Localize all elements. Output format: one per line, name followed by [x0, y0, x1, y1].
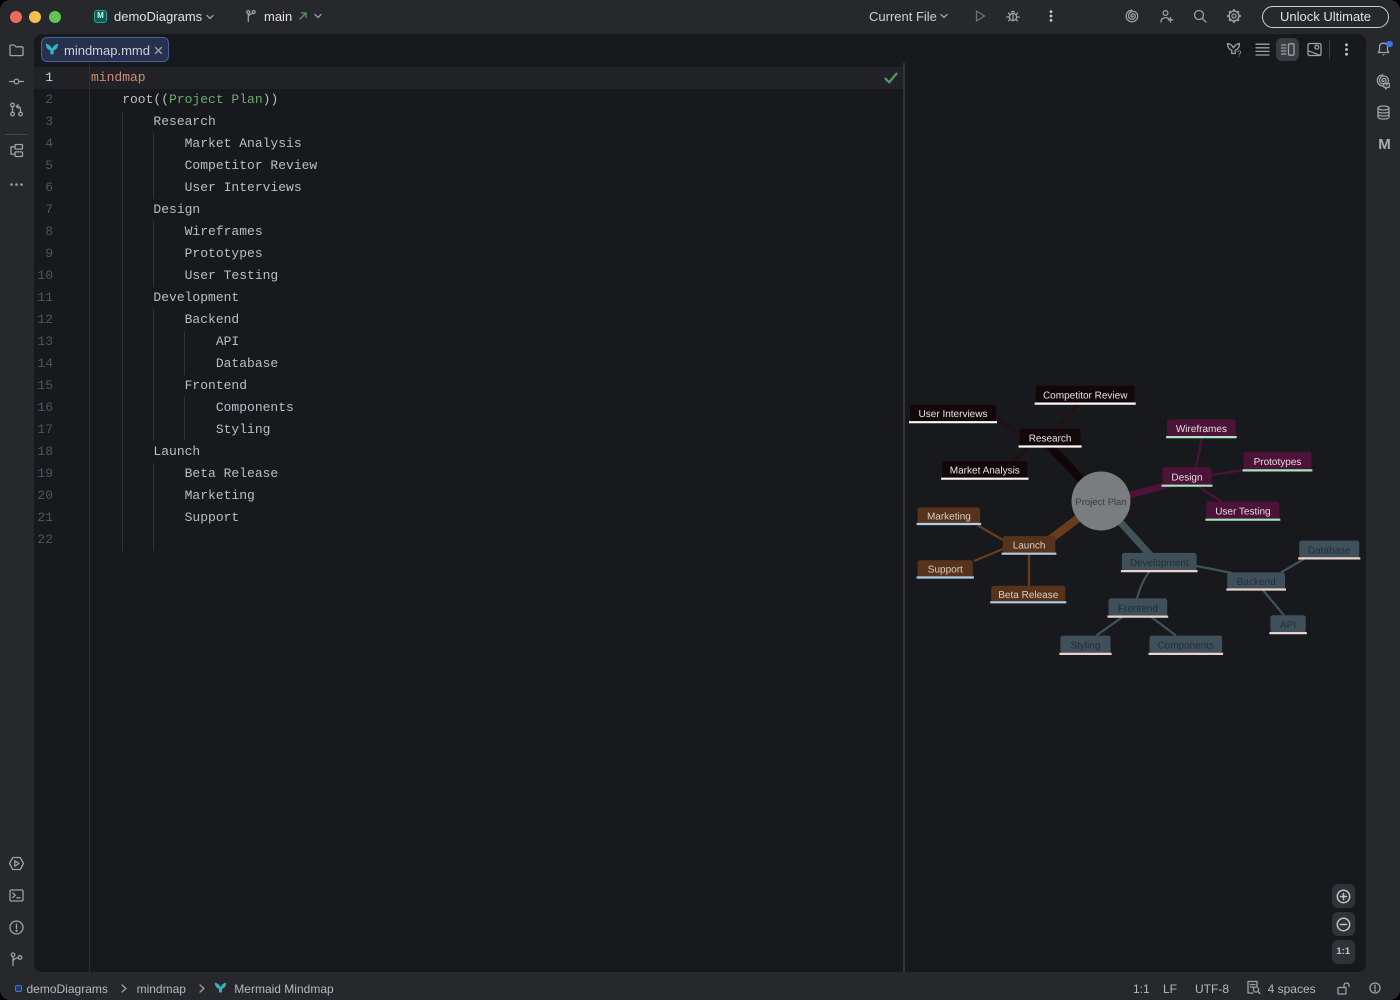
svg-text:Support: Support — [928, 565, 963, 576]
svg-text:Styling: Styling — [1070, 641, 1100, 652]
svg-text:Development: Development — [1130, 558, 1189, 569]
svg-text:Design: Design — [1171, 473, 1202, 484]
svg-text:Research: Research — [1029, 434, 1072, 445]
svg-text:User Testing: User Testing — [1215, 507, 1270, 518]
svg-text:Marketing: Marketing — [927, 511, 971, 522]
svg-text:Competitor Review: Competitor Review — [1043, 390, 1128, 401]
svg-text:Beta Release: Beta Release — [998, 590, 1058, 601]
svg-text:API: API — [1280, 620, 1296, 631]
svg-text:Frontend: Frontend — [1118, 603, 1158, 614]
svg-text:Prototypes: Prototypes — [1254, 457, 1302, 468]
svg-text:?: ? — [1237, 50, 1242, 59]
svg-text:User Interviews: User Interviews — [919, 409, 988, 420]
svg-text:Components: Components — [1157, 641, 1214, 652]
svg-text:Market Analysis: Market Analysis — [950, 466, 1020, 477]
svg-text:Launch: Launch — [1013, 541, 1046, 552]
svg-text:Database: Database — [1308, 545, 1351, 556]
svg-text:Project Plan: Project Plan — [1075, 497, 1126, 508]
svg-text:Backend: Backend — [1237, 577, 1276, 588]
svg-text:Wireframes: Wireframes — [1176, 424, 1227, 435]
